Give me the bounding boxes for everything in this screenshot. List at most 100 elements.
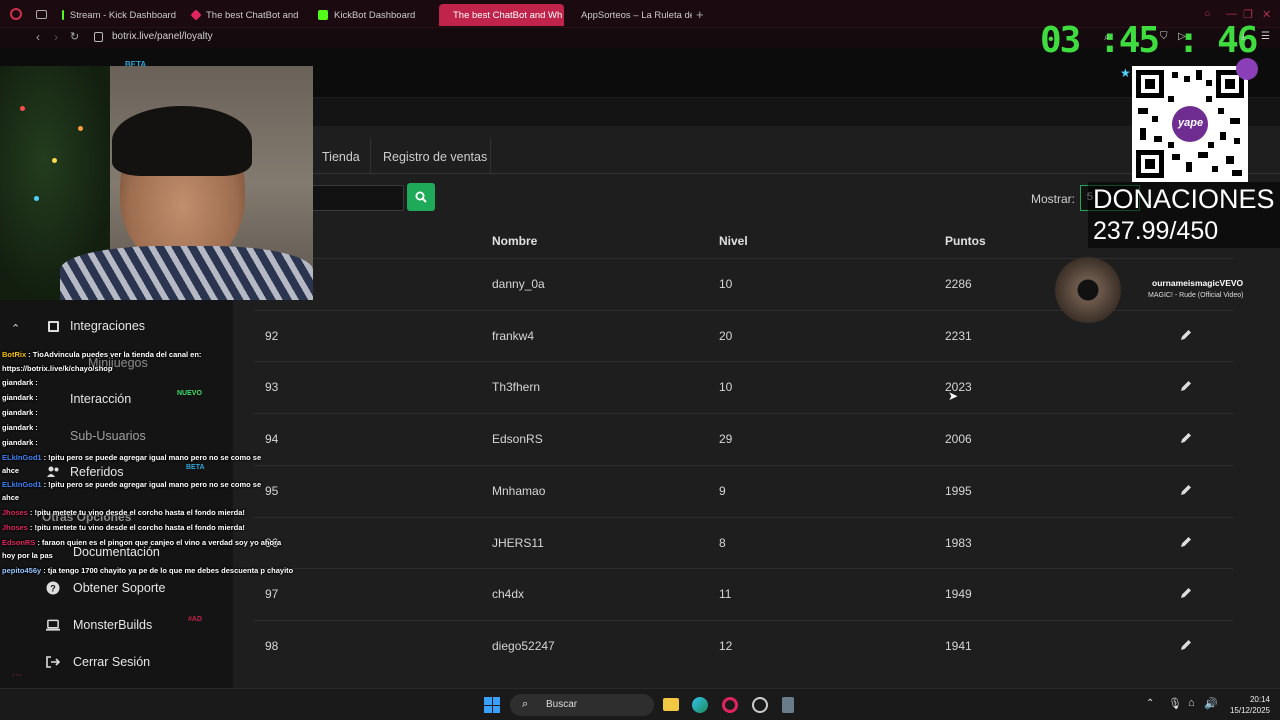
file-explorer-icon[interactable]: [663, 698, 679, 711]
edit-pencil-icon[interactable]: [1179, 535, 1193, 549]
sidebar-item-documentacion[interactable]: Documentación: [46, 545, 160, 559]
chat-text: https://botrix.live/k/chayo/shop: [2, 364, 113, 373]
sidebar-item-soporte[interactable]: ? Obtener Soporte: [46, 581, 165, 595]
app-icon[interactable]: [752, 697, 768, 713]
cell-level: 10: [719, 380, 733, 395]
chat-username: ELkInGod1: [2, 480, 42, 489]
chat-text: hoy por la pas: [2, 551, 53, 560]
url-field[interactable]: botrix.live/panel/loyalty: [112, 31, 213, 42]
edit-pencil-icon[interactable]: [1179, 431, 1193, 445]
taskbar-search[interactable]: ⌕ Buscar: [510, 694, 654, 716]
menu-icon[interactable]: ☰: [1261, 31, 1270, 42]
chat-message: ahce: [2, 466, 19, 475]
new-tab-button[interactable]: +: [696, 7, 704, 22]
chat-username: giandark: [2, 423, 34, 432]
cell-level: 12: [719, 638, 733, 653]
zoom-icon[interactable]: ⌕: [1104, 32, 1110, 43]
close-icon[interactable]: ✕: [1262, 8, 1271, 21]
column-header-points[interactable]: Puntos: [945, 234, 986, 248]
table-row: 93 Th3fhern 10 2023: [253, 361, 1233, 413]
tab-botrix-active[interactable]: The best ChatBot and Wh: [439, 4, 564, 26]
download-icon[interactable]: ⤓: [1241, 31, 1245, 42]
calculator-icon[interactable]: [782, 697, 794, 713]
cell-level: 9: [719, 483, 726, 498]
edit-pencil-icon[interactable]: [1179, 328, 1193, 342]
tab-overview-icon[interactable]: [36, 10, 47, 19]
column-header-level[interactable]: Nivel: [719, 234, 748, 248]
cell-name: frankw4: [492, 328, 535, 343]
reload-icon[interactable]: ↻: [70, 30, 79, 43]
chat-text: :: [35, 408, 38, 417]
sidebar-item-interaccion[interactable]: Interacción: [46, 392, 131, 406]
chat-text: : TioAdvincula puedes ver la tienda del …: [28, 350, 202, 359]
play-icon[interactable]: ▷: [1178, 31, 1186, 42]
search-tabs-icon[interactable]: ○: [1204, 8, 1211, 20]
chat-username: BotRix: [2, 350, 27, 359]
chat-message: giandark:: [2, 423, 38, 432]
windows-start-icon[interactable]: [484, 697, 500, 713]
taskbar-clock[interactable]: 20:14 15/12/2025: [1220, 694, 1270, 716]
album-art: [1055, 257, 1121, 323]
tab-botrix-1[interactable]: The best ChatBot and: [184, 4, 310, 26]
microphone-icon[interactable]: 🎙: [1168, 697, 1182, 710]
search-input[interactable]: [308, 185, 404, 211]
tab-divider: [370, 138, 371, 174]
now-playing-artist: ournameismagicVEVO: [1152, 278, 1244, 288]
sidebar-item-monsterbuilds[interactable]: MonsterBuilds: [46, 618, 152, 632]
sidebar-item-referidos[interactable]: Referidos: [46, 465, 124, 479]
chat-message: https://botrix.live/k/chayo/shop: [2, 364, 112, 373]
tab-kickbot-dashboard[interactable]: KickBot Dashboard: [310, 4, 435, 26]
cell-points: 1941: [945, 638, 972, 653]
cell-points: 2286: [945, 277, 972, 291]
svg-text:?: ?: [50, 584, 56, 594]
search-button[interactable]: [407, 183, 435, 211]
webcam-feed: [0, 66, 313, 300]
sidebar-more-icon[interactable]: ⋯: [12, 670, 22, 681]
sidebar-item-cerrar-sesion[interactable]: Cerrar Sesión: [46, 655, 150, 669]
table-row: 98 diego52247 12 1941: [253, 619, 1233, 672]
tab-divider: [490, 138, 491, 174]
edit-pencil-icon[interactable]: [1179, 586, 1193, 600]
streamer-hair: [112, 106, 252, 176]
laptop-icon: [46, 618, 60, 632]
tab-appsorteos[interactable]: AppSorteos – La Ruleta de: [567, 4, 692, 26]
sidebar-item-integraciones[interactable]: Integraciones: [46, 319, 145, 333]
kick-icon: [62, 10, 64, 20]
chat-username: giandark: [2, 378, 34, 387]
tab-kick-dashboard[interactable]: Stream - Kick Dashboard: [54, 4, 184, 26]
qr-code: yape: [1132, 66, 1248, 182]
chat-message: ELkInGod1: !pitu pero se puede agregar i…: [2, 453, 261, 462]
opera-gx-icon[interactable]: [722, 697, 738, 713]
edge-icon[interactable]: [692, 697, 708, 713]
edit-pencil-icon[interactable]: [1179, 638, 1193, 652]
chat-username: Jhoses: [2, 523, 28, 532]
cell-name: JHERS11: [492, 535, 544, 550]
minimize-icon[interactable]: —: [1226, 8, 1237, 20]
tab-tienda[interactable]: Tienda: [313, 140, 369, 174]
help-icon: ?: [46, 581, 60, 595]
chat-message: Jhoses: !pitu metete tu vino desde el co…: [2, 508, 245, 517]
botrix-icon: [190, 9, 202, 21]
forward-icon[interactable]: ›: [54, 30, 58, 44]
collapse-sidebar-icon[interactable]: ⌃: [11, 322, 20, 335]
back-icon[interactable]: ‹: [36, 30, 40, 44]
column-header-name[interactable]: Nombre: [492, 234, 537, 248]
tray-chevron-icon[interactable]: ⌃: [1146, 698, 1154, 709]
edit-pencil-icon[interactable]: [1179, 379, 1193, 393]
tree-light: [78, 126, 83, 131]
profile-avatar[interactable]: [1236, 58, 1258, 80]
browser-logo-icon[interactable]: [10, 8, 22, 20]
chat-text: : !pitu metete tu vino desde el corcho h…: [29, 523, 245, 532]
table-row: 94 EdsonRS 29 2006: [253, 413, 1233, 465]
tab-registro-ventas[interactable]: Registro de ventas: [374, 140, 496, 174]
volume-icon[interactable]: 🔊: [1204, 697, 1218, 710]
shield-icon[interactable]: ⛉: [1160, 31, 1168, 42]
network-icon[interactable]: ⌂: [1188, 697, 1195, 709]
mouse-cursor: ➤: [948, 389, 959, 403]
edit-pencil-icon[interactable]: [1179, 483, 1193, 497]
cell-rank: 92: [265, 328, 279, 343]
sidebar-item-sub-usuarios[interactable]: Sub-Usuarios: [46, 429, 146, 443]
chat-message: ahce: [2, 493, 19, 502]
clock-date: 15/12/2025: [1229, 706, 1270, 715]
chat-message: giandark:: [2, 408, 38, 417]
